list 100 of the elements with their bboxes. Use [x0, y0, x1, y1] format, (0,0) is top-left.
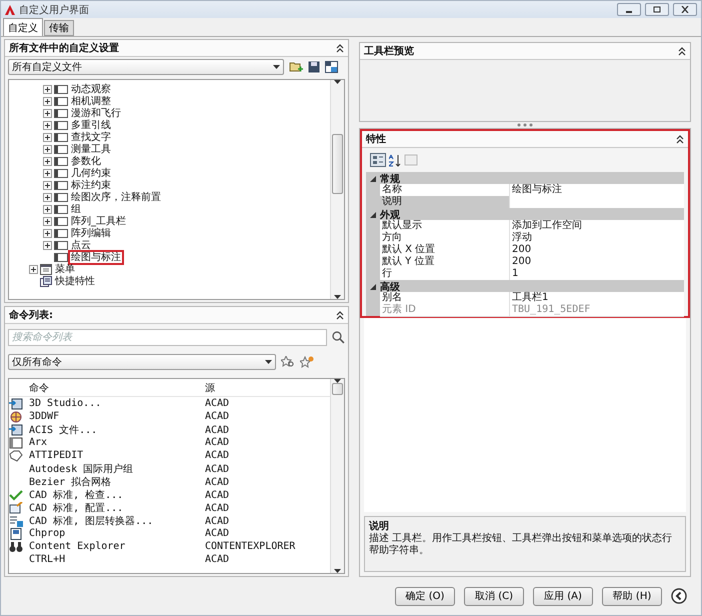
expand-icon[interactable] — [43, 168, 52, 178]
property-value[interactable]: 200 — [510, 256, 684, 269]
property-category[interactable]: 高级 — [366, 280, 684, 292]
expand-icon[interactable] — [43, 192, 52, 202]
collapse-button[interactable] — [678, 46, 686, 56]
save-button[interactable] — [308, 61, 320, 73]
expand-icon[interactable] — [29, 264, 38, 274]
property-value[interactable]: 200 — [510, 244, 684, 257]
close-button[interactable] — [673, 3, 697, 16]
property-name[interactable]: 行 — [380, 268, 510, 281]
property-name[interactable]: 默认 Y 位置 — [380, 256, 510, 269]
command-cell[interactable]: CAD 标准, 图层转换器... — [29, 514, 205, 528]
collapse-left-button[interactable] — [671, 588, 687, 604]
import-icon — [9, 424, 23, 436]
property-category[interactable]: 外观 — [366, 208, 684, 220]
property-value[interactable]: 1 — [510, 268, 684, 281]
dialog-button[interactable]: 取消 (C) — [464, 586, 524, 606]
minimize-button[interactable] — [617, 3, 641, 16]
star-search-icon[interactable] — [281, 356, 295, 368]
scrollbar[interactable] — [330, 80, 344, 299]
tab[interactable]: 传输 — [44, 20, 74, 36]
property-name[interactable]: 名称 — [380, 184, 510, 197]
command-cell[interactable]: Bezier 拟合网格 — [29, 475, 205, 489]
property-name[interactable]: 默认显示 — [380, 220, 510, 233]
expand-icon[interactable] — [43, 144, 52, 154]
property-value[interactable]: 绘图与标注 — [510, 184, 684, 197]
tree-item[interactable]: 相机调整 — [70, 96, 112, 106]
tree-item[interactable]: 标注约束 — [70, 180, 112, 190]
search-icon[interactable] — [332, 331, 345, 344]
file-dropdown[interactable]: 所有自定义文件 — [8, 59, 284, 75]
command-cell[interactable]: CTRL+H — [29, 554, 205, 565]
tree-item[interactable]: 阵列编辑 — [70, 228, 112, 238]
dialog-button[interactable]: 应用 (A) — [533, 586, 593, 606]
property-name[interactable]: 默认 X 位置 — [380, 244, 510, 257]
collapse-button[interactable] — [336, 310, 344, 320]
scrollbar[interactable] — [330, 379, 344, 573]
expand-icon[interactable] — [43, 216, 52, 226]
collapse-button[interactable] — [336, 44, 344, 52]
tree-item[interactable]: 参数化 — [70, 156, 102, 166]
expand-icon[interactable] — [43, 84, 52, 94]
categorized-button[interactable] — [370, 153, 386, 167]
collapse-button[interactable] — [676, 134, 684, 144]
command-cell[interactable]: 3DDWF — [29, 411, 205, 422]
search-field[interactable]: 搜索命令列表 — [8, 329, 328, 346]
tree-item[interactable]: 菜单 — [54, 264, 76, 274]
property-name[interactable]: 方向 — [380, 232, 510, 245]
tree-item[interactable]: 动态观察 — [70, 84, 112, 94]
scrollbar-thumb[interactable] — [332, 383, 343, 395]
tree-item[interactable]: 多重引线 — [70, 120, 112, 130]
command-cell[interactable]: Chprop — [29, 528, 205, 539]
display-button[interactable] — [325, 61, 338, 73]
expand-icon[interactable] — [43, 108, 52, 118]
expand-icon[interactable] — [43, 204, 52, 214]
sort-button[interactable] — [389, 154, 401, 166]
command-cell[interactable]: Autodesk 国际用户组 — [29, 462, 205, 476]
tree-item[interactable]: 测量工具 — [70, 144, 112, 154]
tree-item[interactable]: 阵列_工具栏 — [70, 216, 127, 226]
command-cell[interactable]: CAD 标准, 配置... — [29, 501, 205, 515]
tree-item[interactable]: 几何约束 — [70, 168, 112, 178]
expand-icon[interactable] — [43, 156, 52, 166]
tree-item[interactable]: 漫游和飞行 — [70, 108, 122, 118]
property-category[interactable]: 常规 — [366, 172, 684, 184]
command-cell[interactable]: ACIS 文件... — [29, 423, 205, 437]
tree-item[interactable]: 绘图与标注 — [70, 252, 122, 262]
property-value[interactable]: 添加到工作空间 — [510, 220, 684, 233]
dialog-button[interactable]: 确定 (O) — [395, 586, 455, 606]
expand-icon[interactable] — [43, 228, 52, 238]
property-value[interactable]: 工具栏1 — [510, 292, 684, 305]
command-filter-dropdown[interactable]: 仅所有命令 — [8, 354, 276, 370]
tree-item[interactable]: 查找文字 — [70, 132, 112, 142]
command-cell[interactable]: ATTIPEDIT — [29, 450, 205, 461]
tree-item[interactable]: 绘图次序，注释前置 — [70, 192, 162, 202]
command-cell[interactable]: Content Explorer — [29, 541, 205, 552]
scrollbar-thumb[interactable] — [332, 134, 343, 194]
dialog-button[interactable]: 帮助 (H) — [602, 586, 662, 606]
collapse-triangle-icon[interactable] — [370, 212, 376, 218]
property-value[interactable]: 浮动 — [510, 232, 684, 245]
open-folder-button[interactable] — [289, 61, 303, 73]
command-cell[interactable]: Arx — [29, 437, 205, 448]
tree-item[interactable]: 快捷特性 — [54, 276, 96, 286]
property-name[interactable]: 别名 — [380, 292, 510, 305]
maximize-button[interactable] — [645, 3, 669, 16]
expand-icon[interactable] — [43, 240, 52, 250]
expand-icon[interactable] — [43, 96, 52, 106]
splitter-handle[interactable] — [516, 123, 534, 127]
tree-item[interactable]: 点云 — [70, 240, 92, 250]
command-cell[interactable]: 3D Studio... — [29, 398, 205, 409]
collapse-triangle-icon[interactable] — [370, 284, 376, 290]
tree-item[interactable]: 组 — [70, 204, 82, 214]
check-icon — [9, 489, 23, 501]
tab[interactable]: 自定义 — [3, 18, 43, 36]
command-cell[interactable]: CAD 标准, 检查... — [29, 488, 205, 502]
property-name[interactable]: 说明 — [380, 196, 510, 209]
collapse-triangle-icon[interactable] — [370, 176, 376, 182]
expand-icon[interactable] — [43, 120, 52, 130]
pages-icon — [404, 154, 418, 166]
expand-icon[interactable] — [43, 132, 52, 142]
toolbar-icon — [54, 168, 68, 178]
expand-icon[interactable] — [43, 180, 52, 190]
new-star-icon[interactable] — [300, 356, 314, 368]
